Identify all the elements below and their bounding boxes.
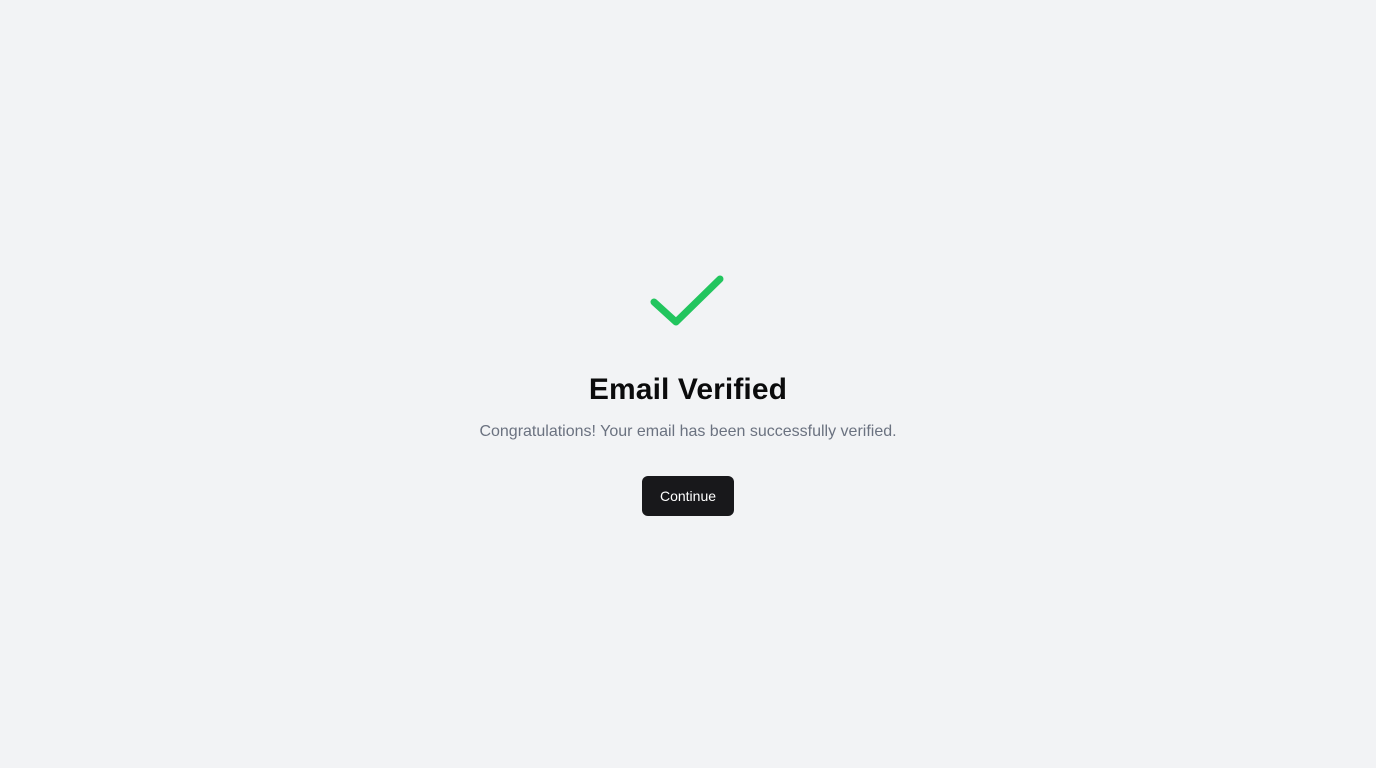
page-title: Email Verified xyxy=(588,373,788,406)
verification-panel: Email Verified Congratulations! Your ema… xyxy=(0,272,1376,516)
continue-button[interactable]: Continue xyxy=(642,476,734,516)
check-icon xyxy=(648,272,728,334)
verification-page: Email Verified Congratulations! Your ema… xyxy=(0,0,1376,768)
confirmation-message: Congratulations! Your email has been suc… xyxy=(479,423,897,440)
